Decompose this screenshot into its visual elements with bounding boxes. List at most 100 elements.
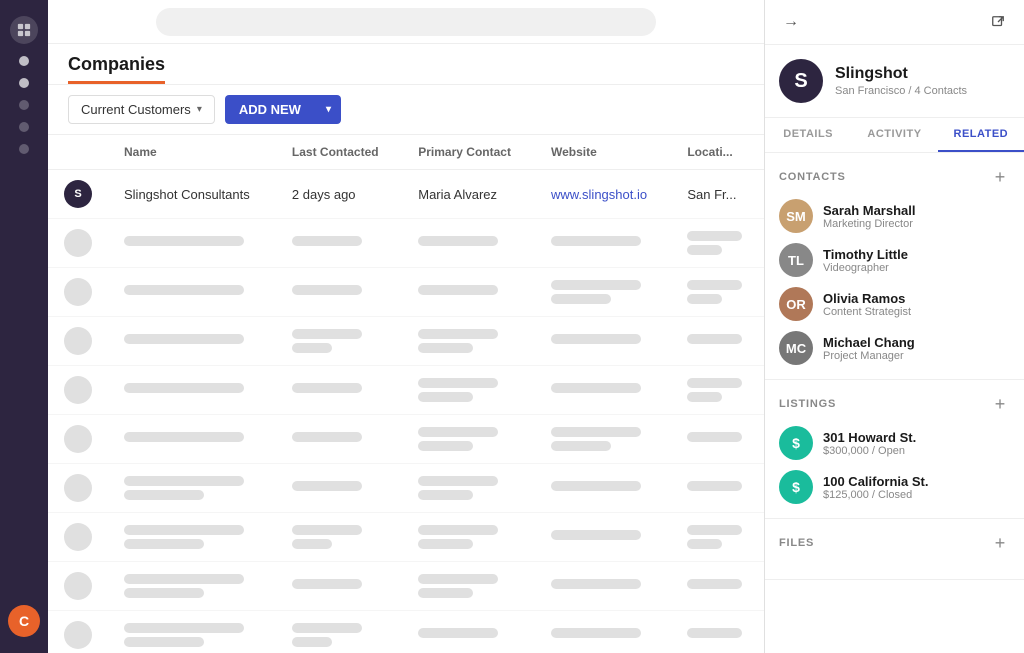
panel-topbar: →: [765, 0, 1024, 45]
listings-section: LISTINGS + $301 Howard St.$300,000 / Ope…: [765, 380, 1024, 519]
listing-item[interactable]: $301 Howard St.$300,000 / Open: [779, 426, 1010, 460]
sidebar-nav-dot-4[interactable]: [19, 122, 29, 132]
add-listing-button[interactable]: +: [990, 394, 1010, 414]
placeholder-cell: [671, 611, 764, 653]
placeholder-cell: [276, 464, 402, 513]
last-contacted-cell: 2 days ago: [276, 170, 402, 219]
sidebar-icon-grid[interactable]: [10, 16, 38, 44]
placeholder-cell: [402, 415, 535, 464]
table-row[interactable]: [48, 366, 764, 415]
listing-address: 100 California St.: [823, 474, 928, 489]
contact-name: Timothy Little: [823, 247, 908, 262]
contacts-section-title: CONTACTS: [779, 171, 846, 183]
contact-item[interactable]: MCMichael ChangProject Manager: [779, 331, 1010, 365]
topbar: [48, 0, 764, 44]
col-name[interactable]: Name: [108, 135, 276, 170]
placeholder-cell: [671, 219, 764, 268]
placeholder-cell: [108, 219, 276, 268]
placeholder-avatar: [64, 572, 92, 600]
listings-section-header: LISTINGS +: [779, 394, 1010, 414]
table-row[interactable]: [48, 317, 764, 366]
listing-icon: $: [779, 426, 813, 460]
placeholder-cell: [402, 219, 535, 268]
contacts-section: CONTACTS + SM Sarah MarshallMarketing Dir…: [765, 153, 1024, 380]
files-section: FILES +: [765, 519, 1024, 580]
tab-related[interactable]: RELATED: [938, 118, 1024, 152]
panel-external-link-icon[interactable]: [986, 10, 1010, 34]
sidebar-nav-dot-1[interactable]: [19, 56, 29, 66]
contact-item[interactable]: TLTimothy LittleVideographer: [779, 243, 1010, 277]
contact-avatar: SM: [779, 199, 813, 233]
listing-item[interactable]: $100 California St.$125,000 / Closed: [779, 470, 1010, 504]
table-row[interactable]: [48, 611, 764, 653]
table-row[interactable]: [48, 513, 764, 562]
placeholder-cell: [402, 611, 535, 653]
placeholder-cell: [402, 562, 535, 611]
placeholder-cell: [276, 317, 402, 366]
placeholder-cell: [276, 268, 402, 317]
placeholder-cell: [108, 513, 276, 562]
placeholder-cell: [276, 219, 402, 268]
placeholder-cell: [108, 366, 276, 415]
sidebar-nav-dot-2[interactable]: [19, 78, 29, 88]
page-title: Companies: [68, 54, 165, 84]
add-file-button[interactable]: +: [990, 533, 1010, 553]
contact-role: Marketing Director: [823, 218, 916, 230]
placeholder-cell: [276, 562, 402, 611]
listing-details: $300,000 / Open: [823, 445, 916, 457]
files-section-header: FILES +: [779, 533, 1010, 553]
add-new-button[interactable]: ADD NEW ▾: [225, 95, 341, 124]
panel-back-icon[interactable]: →: [779, 10, 803, 34]
add-new-label: ADD NEW: [225, 95, 315, 124]
sidebar: C: [0, 0, 48, 653]
table-row[interactable]: [48, 268, 764, 317]
contact-name: Michael Chang: [823, 335, 915, 350]
tab-activity[interactable]: ACTIVITY: [851, 118, 937, 152]
filter-button[interactable]: Current Customers ▾: [68, 95, 215, 124]
placeholder-cell: [535, 268, 671, 317]
col-last-contacted[interactable]: Last Contacted: [276, 135, 402, 170]
website-cell[interactable]: www.slingshot.io: [535, 170, 671, 219]
add-new-dropdown-icon[interactable]: ▾: [316, 97, 341, 122]
app-logo[interactable]: C: [8, 605, 40, 637]
table-row[interactable]: [48, 415, 764, 464]
content-header: Companies: [48, 44, 764, 85]
toolbar: Current Customers ▾ ADD NEW ▾: [48, 85, 764, 135]
placeholder-cell: [671, 268, 764, 317]
placeholder-avatar: [64, 621, 92, 649]
sidebar-nav-dot-5[interactable]: [19, 144, 29, 154]
col-website[interactable]: Website: [535, 135, 671, 170]
files-section-title: FILES: [779, 537, 814, 549]
placeholder-cell: [535, 464, 671, 513]
listings-section-title: LISTINGS: [779, 398, 836, 410]
placeholder-cell: [671, 464, 764, 513]
placeholder-cell: [402, 317, 535, 366]
panel-header: S Slingshot San Francisco / 4 Contacts: [765, 45, 1024, 118]
sidebar-nav-dot-3[interactable]: [19, 100, 29, 110]
contact-avatar: MC: [779, 331, 813, 365]
table-row[interactable]: [48, 562, 764, 611]
placeholder-cell: [535, 611, 671, 653]
contact-item[interactable]: OROlivia RamosContent Strategist: [779, 287, 1010, 321]
add-contact-button[interactable]: +: [990, 167, 1010, 187]
placeholder-avatar: [64, 523, 92, 551]
listing-details: $125,000 / Closed: [823, 489, 928, 501]
contact-name: Sarah Marshall: [823, 203, 916, 218]
contact-item[interactable]: SM Sarah MarshallMarketing Director: [779, 199, 1010, 233]
table-row[interactable]: [48, 219, 764, 268]
search-bar[interactable]: [156, 8, 656, 36]
col-location[interactable]: Locati...: [671, 135, 764, 170]
table-row[interactable]: S Slingshot Consultants 2 days ago Maria…: [48, 170, 764, 219]
chevron-down-icon: ▾: [197, 104, 202, 115]
table-container: Name Last Contacted Primary Contact Webs…: [48, 135, 764, 653]
placeholder-cell: [671, 513, 764, 562]
contact-avatar: TL: [779, 243, 813, 277]
col-avatar: [48, 135, 108, 170]
table-row[interactable]: [48, 464, 764, 513]
col-primary-contact[interactable]: Primary Contact: [402, 135, 535, 170]
placeholder-cell: [535, 317, 671, 366]
tab-details[interactable]: DETAILS: [765, 118, 851, 152]
placeholder-cell: [535, 562, 671, 611]
placeholder-cell: [671, 366, 764, 415]
placeholder-cell: [108, 562, 276, 611]
